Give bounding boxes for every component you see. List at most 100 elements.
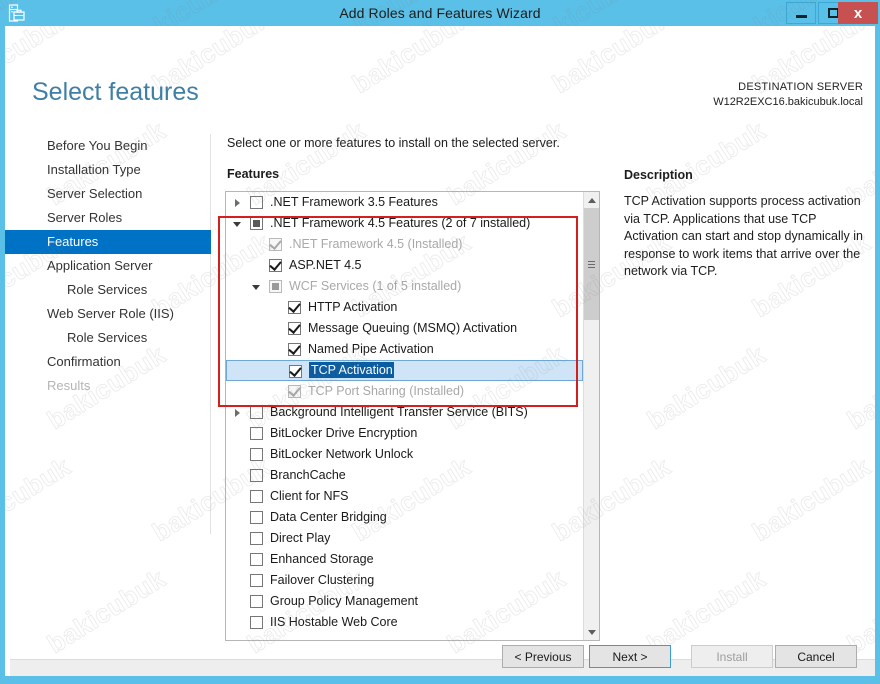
tree-row[interactable]: Client for NFS <box>226 486 583 507</box>
selected-label-highlight: TCP Activation <box>309 362 394 378</box>
tree-row[interactable]: Group Policy Management <box>226 591 583 612</box>
triangle-down-icon <box>252 285 260 290</box>
tree-row-label: .NET Framework 4.5 Features (2 of 7 inst… <box>270 216 531 230</box>
sidebar-item-role-services[interactable]: Role Services <box>5 278 211 302</box>
features-tree-list: .NET Framework 3.5 Features .NET Framewor… <box>226 192 583 633</box>
feature-checkbox[interactable] <box>288 321 301 335</box>
description-title: Description <box>624 168 693 182</box>
feature-checkbox[interactable] <box>288 342 301 356</box>
tree-row-label: BranchCache <box>270 468 346 482</box>
scroll-up-arrow-icon[interactable] <box>584 192 599 208</box>
wizard-sidebar: Before You Begin Installation Type Server … <box>5 134 211 398</box>
feature-checkbox[interactable] <box>250 574 263 587</box>
sidebar-item-web-server-role-iis[interactable]: Web Server Role (IIS) <box>5 302 211 326</box>
previous-button[interactable]: < Previous <box>502 645 584 668</box>
features-scrollbar[interactable] <box>583 192 599 640</box>
feature-checkbox[interactable] <box>250 217 263 230</box>
feature-checkbox[interactable] <box>250 448 263 461</box>
tree-row[interactable]: BitLocker Drive Encryption <box>226 423 583 444</box>
tree-row[interactable]: .NET Framework 3.5 Features <box>226 192 583 213</box>
tree-row-label: Data Center Bridging <box>270 510 387 524</box>
feature-checkbox[interactable] <box>289 364 302 378</box>
scroll-down-arrow-icon[interactable] <box>584 624 599 640</box>
tree-row[interactable]: BranchCache <box>226 465 583 486</box>
watermark-text: bakicubuk <box>546 26 676 100</box>
feature-checkbox[interactable] <box>269 258 282 272</box>
tree-row[interactable]: BitLocker Network Unlock <box>226 444 583 465</box>
feature-checkbox <box>269 237 282 251</box>
tree-row[interactable]: Background Intelligent Transfer Service … <box>226 402 583 423</box>
tree-expand-right-icon[interactable] <box>231 402 243 423</box>
features-tree[interactable]: .NET Framework 3.5 Features .NET Framewor… <box>225 191 600 641</box>
check-icon <box>289 364 302 377</box>
sidebar-item-role-services[interactable]: Role Services <box>5 326 211 350</box>
tree-row[interactable]: .NET Framework 4.5 (Installed) <box>226 234 583 255</box>
tree-row[interactable]: IIS Hostable Web Core <box>226 612 583 633</box>
tree-row-label: Direct Play <box>270 531 331 545</box>
tree-row[interactable]: TCP Port Sharing (Installed) <box>226 381 583 402</box>
close-button[interactable]: x <box>838 2 878 24</box>
chevron-down-icon <box>587 629 596 635</box>
sidebar-item-features[interactable]: Features <box>5 230 211 254</box>
sidebar-item-server-roles[interactable]: Server Roles <box>5 206 211 230</box>
tree-row-label: HTTP Activation <box>308 300 398 314</box>
cancel-button[interactable]: Cancel <box>775 645 857 668</box>
feature-checkbox[interactable] <box>250 406 263 419</box>
tree-row-label: BitLocker Network Unlock <box>270 447 414 461</box>
tree-row[interactable]: WCF Services (1 of 5 installed) <box>226 276 583 297</box>
sidebar-item-application-server[interactable]: Application Server <box>5 254 211 278</box>
sidebar-item-server-selection[interactable]: Server Selection <box>5 182 211 206</box>
feature-checkbox[interactable] <box>250 595 263 608</box>
tree-row[interactable]: Failover Clustering <box>226 570 583 591</box>
sidebar-item-installation-type[interactable]: Installation Type <box>5 158 211 182</box>
sidebar-item-results: Results <box>47 378 91 393</box>
check-icon <box>269 237 282 250</box>
tree-row[interactable]: HTTP Activation <box>226 297 583 318</box>
grip-icon <box>588 260 595 268</box>
sidebar-item-before-you-begin[interactable]: Before You Begin <box>5 134 211 158</box>
feature-checkbox[interactable] <box>288 300 301 314</box>
watermark-text: bakicubuk <box>746 451 875 548</box>
partial-check-icon <box>272 283 279 290</box>
tree-row[interactable]: ASP.NET 4.5 <box>226 255 583 276</box>
description-body: TCP Activation supports process activati… <box>624 194 864 278</box>
minimize-button[interactable] <box>786 2 816 24</box>
scrollbar-thumb[interactable] <box>584 208 599 320</box>
tree-row-label: Message Queuing (MSMQ) Activation <box>308 321 518 335</box>
tree-row[interactable]: TCP Activation <box>226 360 583 381</box>
tree-row-label: Failover Clustering <box>270 573 375 587</box>
feature-checkbox[interactable] <box>250 490 263 503</box>
tree-row-label: TCP Port Sharing (Installed) <box>308 384 465 398</box>
tree-expand-right-icon[interactable] <box>231 192 243 213</box>
tree-row-label: .NET Framework 4.5 (Installed) <box>289 237 463 251</box>
tree-expand-down-icon[interactable] <box>250 276 262 297</box>
next-button[interactable]: Next > <box>589 645 671 668</box>
feature-checkbox[interactable] <box>250 469 263 482</box>
tree-row-label: Named Pipe Activation <box>308 342 434 356</box>
tree-row[interactable]: .NET Framework 4.5 Features (2 of 7 inst… <box>226 213 583 234</box>
tree-row-label: Enhanced Storage <box>270 552 374 566</box>
feature-checkbox[interactable] <box>250 532 263 545</box>
features-section-label: Features <box>227 167 280 181</box>
tree-row[interactable]: Data Center Bridging <box>226 507 583 528</box>
maximize-icon <box>827 8 839 18</box>
feature-checkbox[interactable] <box>250 196 263 209</box>
tree-row[interactable]: Message Queuing (MSMQ) Activation <box>226 318 583 339</box>
feature-checkbox[interactable] <box>250 616 263 629</box>
feature-checkbox[interactable] <box>250 553 263 566</box>
title-bar: Add Roles and Features Wizard x bakicubu… <box>0 0 880 26</box>
destination-server-block: DESTINATION SERVER W12R2EXC16.bakicubuk.… <box>713 80 863 110</box>
instruction-text: Select one or more features to install o… <box>227 136 560 150</box>
feature-checkbox[interactable] <box>250 511 263 524</box>
tree-expand-down-icon[interactable] <box>231 213 243 234</box>
wizard-window: Add Roles and Features Wizard x bakicubu… <box>0 0 880 684</box>
tree-row[interactable]: Named Pipe Activation <box>226 339 583 360</box>
feature-checkbox[interactable] <box>250 427 263 440</box>
tree-row-label: BitLocker Drive Encryption <box>270 426 418 440</box>
tree-row-label: Background Intelligent Transfer Service … <box>270 405 528 419</box>
feature-checkbox <box>269 280 282 293</box>
tree-row[interactable]: Direct Play <box>226 528 583 549</box>
tree-row[interactable]: Enhanced Storage <box>226 549 583 570</box>
sidebar-item-confirmation[interactable]: Confirmation <box>5 350 211 374</box>
tree-row-label: Client for NFS <box>270 489 349 503</box>
